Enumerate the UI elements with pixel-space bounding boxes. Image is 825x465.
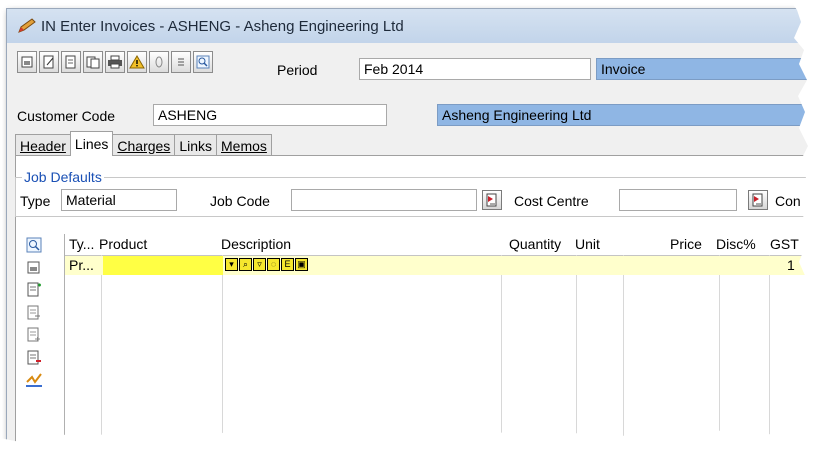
- list-icon[interactable]: [171, 51, 191, 73]
- search-icon[interactable]: [23, 234, 45, 256]
- edit-icon[interactable]: [39, 51, 59, 73]
- customer-name-field: Asheng Engineering Ltd: [437, 104, 807, 126]
- job-defaults-title: Job Defaults: [22, 169, 104, 185]
- add-icon[interactable]: [61, 51, 81, 73]
- tab-links[interactable]: Links: [174, 134, 217, 156]
- type-label: Type: [20, 193, 51, 209]
- lookup-icon[interactable]: ⌕: [239, 258, 252, 271]
- grid-column-divider: [501, 255, 502, 454]
- window-title: IN Enter Invoices - ASHENG - Asheng Engi…: [41, 17, 404, 35]
- copy-line-icon[interactable]: [23, 302, 45, 324]
- grid-column-divider: [576, 255, 577, 454]
- invoice-window: IN Enter Invoices - ASHENG - Asheng Engi…: [6, 8, 825, 455]
- cost-centre-picker-icon[interactable]: [748, 190, 768, 210]
- tab-lines[interactable]: Lines: [69, 131, 114, 156]
- cost-centre-field[interactable]: [619, 189, 737, 211]
- document-type-field[interactable]: Invoice: [596, 58, 825, 80]
- grid-column-divider: [101, 255, 102, 454]
- grid-column-divider: [769, 255, 770, 454]
- lines-grid: Ty... Product Description Quantity Unit …: [64, 234, 825, 454]
- tab-header[interactable]: Header: [15, 134, 71, 156]
- grid-column-divider: [623, 255, 624, 454]
- period-label: Period: [277, 62, 318, 78]
- save-line-icon[interactable]: [23, 257, 45, 279]
- col-header-disc[interactable]: Disc%: [716, 236, 756, 252]
- calendar-icon[interactable]: ▣: [295, 258, 308, 271]
- period-field[interactable]: Feb 2014: [359, 58, 591, 80]
- grid-header: Ty... Product Description Quantity Unit …: [65, 234, 825, 256]
- grid-column-divider: [222, 255, 223, 454]
- save-icon[interactable]: [17, 51, 37, 73]
- product-edit-cell[interactable]: [103, 256, 223, 275]
- dropdown-icon[interactable]: ▾: [225, 258, 238, 271]
- copy-icon[interactable]: [83, 51, 103, 73]
- paste-line-icon[interactable]: [23, 324, 45, 346]
- tab-memos[interactable]: Memos: [216, 134, 272, 156]
- row-gst-cell[interactable]: 1: [787, 257, 795, 273]
- cost-centre-label: Cost Centre: [514, 193, 589, 209]
- filter-icon[interactable]: ▿: [253, 258, 266, 271]
- col-header-description[interactable]: Description: [221, 236, 291, 252]
- col-header-price[interactable]: Price: [670, 236, 702, 252]
- edit-text-icon[interactable]: E: [281, 258, 294, 271]
- title-bar: IN Enter Invoices - ASHENG - Asheng Engi…: [7, 9, 825, 43]
- delete-line-icon[interactable]: [23, 347, 45, 369]
- attach-icon[interactable]: [149, 51, 169, 73]
- customer-code-label: Customer Code: [17, 108, 116, 124]
- tab-charges[interactable]: Charges: [112, 134, 176, 156]
- sign-icon[interactable]: [23, 369, 45, 391]
- col-header-quantity[interactable]: Quantity: [509, 236, 561, 252]
- customer-extra-field: N: [811, 104, 825, 126]
- type-field[interactable]: Material: [61, 189, 177, 211]
- col-header-unit[interactable]: Unit: [575, 236, 600, 252]
- warning-icon[interactable]: [127, 51, 147, 73]
- col-header-gst[interactable]: GST: [770, 236, 799, 252]
- customer-code-field[interactable]: ASHENG: [153, 104, 387, 126]
- col-header-type[interactable]: Ty...: [69, 236, 94, 252]
- insert-line-icon[interactable]: [23, 279, 45, 301]
- truncated-label: Con: [775, 193, 801, 209]
- tab-strip: Header Lines Charges Links Memos: [15, 131, 272, 156]
- table-row[interactable]: Pr... ▾ ⌕ ▿ ◌ E ▣ 1: [65, 256, 825, 275]
- job-code-picker-icon[interactable]: [482, 190, 502, 210]
- lines-side-toolbar: [23, 234, 51, 392]
- grid-column-divider: [719, 255, 720, 454]
- job-code-label: Job Code: [210, 193, 270, 209]
- search-icon[interactable]: [193, 51, 213, 73]
- row-type-cell[interactable]: Pr...: [69, 257, 94, 273]
- pencil-icon: [15, 15, 39, 37]
- attach-icon[interactable]: ◌: [267, 258, 280, 271]
- col-header-product[interactable]: Product: [99, 236, 147, 252]
- print-icon[interactable]: [105, 51, 125, 73]
- job-code-field[interactable]: [291, 189, 477, 211]
